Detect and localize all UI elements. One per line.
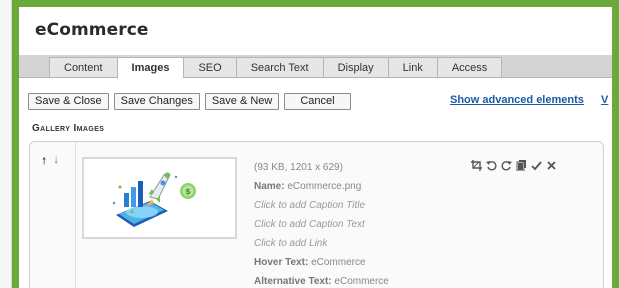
arrow-up-icon[interactable]: 🠕: [42, 157, 46, 167]
caption-text-field[interactable]: Click to add Caption Text: [254, 215, 389, 234]
save-changes-button[interactable]: Save Changes: [113, 93, 200, 110]
rotate-left-icon[interactable]: [486, 160, 497, 171]
cancel-button[interactable]: Cancel: [284, 93, 351, 110]
image-tools: [471, 160, 557, 171]
page-title: eCommerce: [35, 20, 149, 40]
link-field[interactable]: Click to add Link: [254, 234, 389, 253]
image-name-row: Name: eCommerce.png: [254, 177, 389, 196]
editor-panel: eCommerce Content Images SEO Search Text…: [19, 7, 612, 288]
check-icon[interactable]: [531, 160, 542, 171]
tabs: Content Images SEO Search Text Display L…: [49, 57, 503, 79]
ecommerce-illustration: $: [112, 172, 196, 227]
alt-text-row: Alternative Text: eCommerce: [254, 272, 389, 288]
frame-border-right: [612, 0, 619, 288]
hover-text-label: Hover Text:: [254, 257, 309, 268]
image-thumbnail[interactable]: $: [82, 157, 237, 239]
tab-images[interactable]: Images: [116, 57, 184, 79]
name-value[interactable]: eCommerce.png: [287, 181, 361, 192]
svg-text:$: $: [185, 187, 191, 196]
frame-border-top: [12, 0, 619, 7]
alt-text-value[interactable]: eCommerce: [334, 276, 388, 287]
caption-title-field[interactable]: Click to add Caption Title: [254, 196, 389, 215]
save-new-button[interactable]: Save & New: [204, 93, 280, 110]
show-advanced-elements-link[interactable]: Show advanced elements: [450, 94, 584, 106]
gallery-image-card: 🠕 🠗 $ (93 KB, 1201 x 629) Name: eCommerc…: [29, 141, 604, 288]
save-close-button[interactable]: Save & Close: [28, 93, 109, 110]
action-toolbar: Save & Close Save Changes Save & New Can…: [28, 93, 351, 110]
tab-access[interactable]: Access: [436, 57, 503, 78]
close-icon[interactable]: [546, 160, 557, 171]
tab-display[interactable]: Display: [322, 57, 388, 78]
rotate-right-icon[interactable]: [501, 160, 512, 171]
hover-text-row: Hover Text: eCommerce: [254, 253, 389, 272]
tab-content[interactable]: Content: [49, 57, 117, 78]
card-divider: [75, 142, 76, 288]
name-label: Name:: [254, 181, 285, 192]
file-info: (93 KB, 1201 x 629): [254, 162, 343, 173]
hover-text-value[interactable]: eCommerce: [311, 257, 365, 268]
frame-border-left: [12, 0, 19, 288]
alt-text-label: Alternative Text:: [254, 276, 332, 287]
reorder-controls: 🠕 🠗: [40, 157, 64, 169]
tab-link[interactable]: Link: [387, 57, 437, 78]
truncated-link[interactable]: V: [601, 94, 608, 106]
tab-seo[interactable]: SEO: [183, 57, 236, 78]
arrow-down-icon[interactable]: 🠗: [54, 157, 58, 167]
image-details: (93 KB, 1201 x 629) Name: eCommerce.png …: [254, 158, 389, 288]
gallery-images-heading: Gallery Images: [32, 123, 105, 134]
copy-icon[interactable]: [516, 160, 527, 171]
tab-search-text[interactable]: Search Text: [235, 57, 323, 78]
crop-icon[interactable]: [471, 160, 482, 171]
